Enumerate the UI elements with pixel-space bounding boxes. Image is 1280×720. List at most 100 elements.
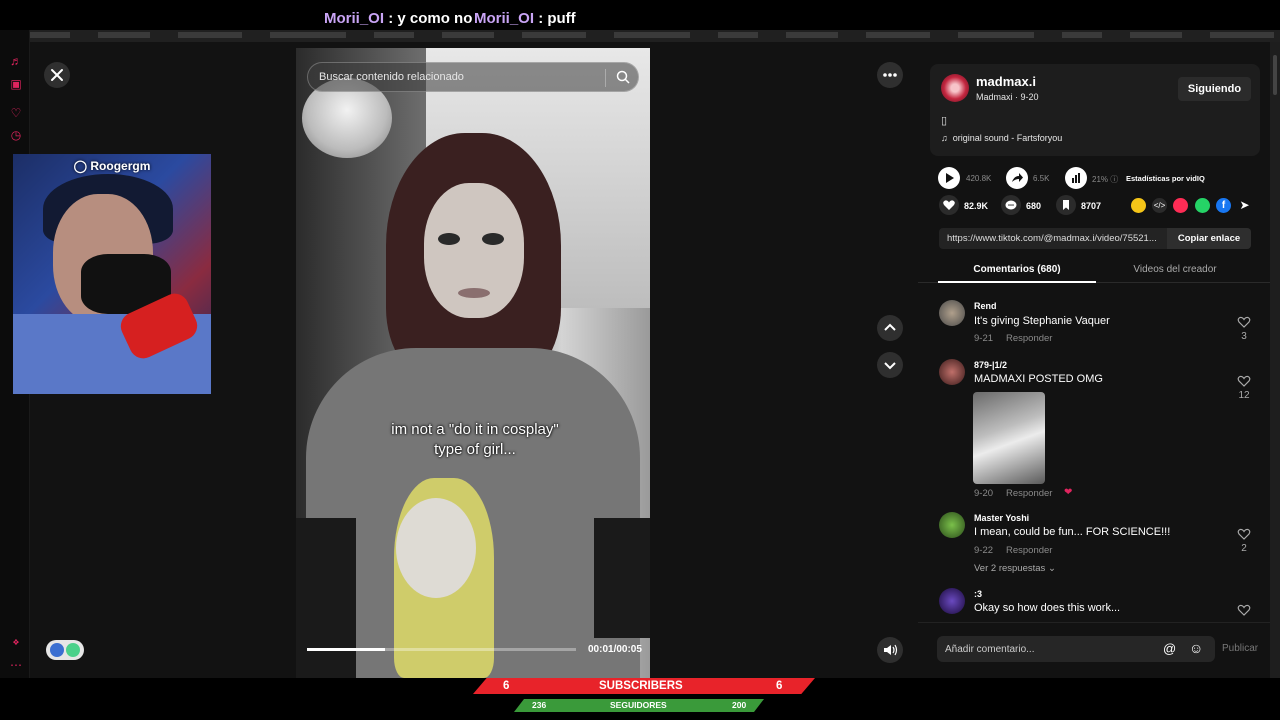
subscribers-counter: 6 SUBSCRIBERS 6 — [473, 678, 815, 694]
tab-creator-videos[interactable]: Videos del creador — [1100, 264, 1250, 275]
bookmark-item[interactable] — [718, 31, 758, 38]
heart-outline-icon[interactable] — [1237, 604, 1251, 616]
save-button[interactable] — [1056, 195, 1076, 215]
heart-outline-icon[interactable] — [1237, 528, 1251, 540]
comment-like-count: 2 — [1241, 543, 1247, 554]
bookmark-item[interactable] — [270, 31, 346, 38]
bookmark-item[interactable] — [374, 31, 414, 38]
sound-label: original sound - Fartsforyou — [952, 133, 1063, 143]
subscribers-left: 6 — [503, 680, 510, 692]
gx-icon[interactable]: ❖ — [9, 636, 23, 650]
whatsapp-icon[interactable] — [1195, 198, 1210, 213]
save-count: 8707 — [1081, 201, 1102, 211]
copy-link-button[interactable]: Copiar enlace — [1167, 228, 1251, 249]
followers-counter: 236 SEGUIDORES 200 — [514, 699, 764, 712]
bookmark-item[interactable] — [1062, 31, 1102, 38]
more-options-button[interactable] — [877, 62, 903, 88]
more-icon[interactable]: ⋯ — [9, 658, 23, 672]
video-progress-bar[interactable] — [307, 648, 576, 651]
heart-icon[interactable]: ♡ — [9, 106, 23, 120]
comment-username[interactable]: Master Yoshi — [974, 513, 1029, 523]
ellipsis-icon — [883, 73, 897, 77]
reply-button[interactable]: Responder — [1006, 333, 1052, 344]
followers-left: 236 — [532, 700, 547, 710]
bookmark-item[interactable] — [442, 31, 494, 38]
bookmark-item[interactable] — [1210, 31, 1274, 38]
previous-video-button[interactable] — [877, 315, 903, 341]
emoji-icon[interactable]: ☺ — [1189, 640, 1203, 656]
comment-count: 680 — [1026, 201, 1042, 211]
reply-button[interactable]: Responder — [1006, 488, 1052, 499]
heart-outline-icon[interactable] — [1237, 375, 1251, 387]
video-link[interactable]: https://www.tiktok.com/@madmax.i/video/7… — [947, 233, 1167, 244]
embed-coin-icon[interactable] — [1131, 198, 1146, 213]
play-count-button[interactable] — [938, 167, 960, 189]
video-caption: im not a "do it in cosplay" type of girl… — [340, 420, 610, 460]
twitch-icon[interactable]: ▣ — [9, 77, 23, 91]
more-share-icon[interactable]: ➤ — [1237, 198, 1252, 213]
reply-button[interactable]: Responder — [1006, 545, 1052, 556]
avatar[interactable] — [941, 74, 969, 102]
vidiq-stats-button[interactable] — [1065, 167, 1087, 189]
bookmark-item[interactable] — [1130, 31, 1182, 38]
bookmark-item[interactable] — [958, 31, 1034, 38]
comment-avatar[interactable] — [939, 512, 965, 538]
like-button[interactable] — [939, 195, 959, 215]
chevron-up-icon — [884, 323, 896, 331]
bookmark-item[interactable] — [178, 31, 242, 38]
active-tab-indicator — [938, 281, 1096, 283]
comment-avatar[interactable] — [939, 588, 965, 614]
publish-button[interactable]: Publicar — [1222, 643, 1258, 654]
following-button[interactable]: Siguiendo — [1178, 77, 1251, 101]
scrollbar-thumb[interactable] — [1273, 55, 1277, 95]
share-count-button[interactable] — [1006, 167, 1028, 189]
chat-message: Morii_OI : y como no — [324, 10, 472, 27]
comment-bubble-icon — [1005, 200, 1017, 210]
video-frame[interactable] — [296, 48, 650, 678]
comment-text: It's giving Stephanie Vaquer — [974, 315, 1110, 327]
facebook-icon[interactable]: f — [1216, 198, 1231, 213]
sound-link[interactable]: ♫ original sound - Fartsforyou — [941, 133, 1062, 143]
bookmark-item[interactable] — [30, 31, 70, 38]
next-video-button[interactable] — [877, 352, 903, 378]
creator-subtitle: Madmaxi · 9-20 — [976, 92, 1039, 102]
close-button[interactable] — [44, 62, 70, 88]
comment-username[interactable]: 879-|1/2 — [974, 360, 1007, 370]
send-icon[interactable] — [1173, 198, 1188, 213]
view-replies-button[interactable]: Ver 2 respuestas ⌄ — [974, 563, 1056, 574]
clock-icon[interactable]: ◷ — [9, 128, 23, 142]
comment-field[interactable]: Añadir comentario... @ ☺ — [937, 636, 1215, 662]
comment-image[interactable] — [973, 392, 1045, 484]
gx-toggle[interactable] — [46, 640, 84, 660]
bookmark-item[interactable] — [522, 31, 586, 38]
comment-avatar[interactable] — [939, 300, 965, 326]
retention-value: 21% ⓘ — [1092, 175, 1119, 184]
volume-button[interactable] — [877, 637, 903, 663]
chat-message: Morii_OI : puff — [474, 10, 576, 27]
comment-username[interactable]: Rend — [974, 301, 997, 311]
creator-liked-icon: ❤ — [1064, 487, 1073, 498]
music-icon[interactable]: ♬ — [9, 54, 23, 68]
heart-outline-icon[interactable] — [1237, 316, 1251, 328]
instagram-icon: ◯ — [73, 159, 88, 173]
related-search-box[interactable]: Buscar contenido relacionado — [307, 62, 639, 92]
bookmark-item[interactable] — [786, 31, 838, 38]
comment-username[interactable]: :3 — [974, 589, 982, 599]
search-input[interactable]: Buscar contenido relacionado — [319, 71, 464, 83]
bookmark-item[interactable] — [614, 31, 690, 38]
comment-avatar[interactable] — [939, 359, 965, 385]
search-icon[interactable] — [615, 69, 631, 85]
play-icon — [946, 173, 954, 183]
subscribers-right: 6 — [776, 680, 783, 692]
mention-icon[interactable]: @ — [1163, 641, 1176, 656]
tab-comments[interactable]: Comentarios (680) — [938, 264, 1096, 275]
creator-username[interactable]: madmax.i — [976, 74, 1036, 89]
comments-button[interactable] — [1001, 195, 1021, 215]
bookmark-item[interactable] — [866, 31, 930, 38]
embed-code-icon[interactable]: </> — [1152, 198, 1167, 213]
like-count: 82.9K — [964, 201, 989, 211]
followers-right: 200 — [732, 700, 747, 710]
bookmark-item[interactable] — [98, 31, 150, 38]
info-icon: ⓘ — [1110, 175, 1119, 184]
scrollbar[interactable] — [1270, 42, 1280, 678]
